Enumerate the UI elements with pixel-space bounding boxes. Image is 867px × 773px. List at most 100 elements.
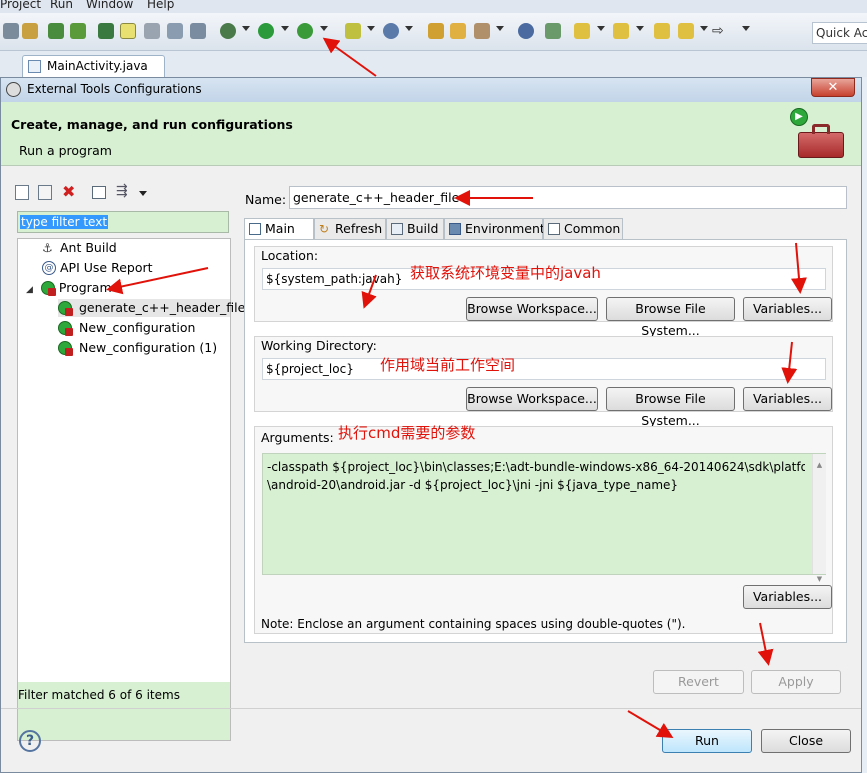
- environment-icon: [449, 223, 461, 235]
- arguments-variables-button[interactable]: Variables...: [743, 585, 832, 609]
- tree-item-label: Ant Build: [60, 240, 117, 255]
- tree-item-label: New_configuration (1): [79, 340, 218, 355]
- close-button[interactable]: Close: [761, 729, 851, 753]
- new-config-icon[interactable]: [15, 185, 29, 200]
- run-icon[interactable]: [258, 23, 274, 39]
- toolbar-icon[interactable]: [167, 23, 183, 39]
- browse-workspace-button[interactable]: Browse Workspace...: [466, 387, 598, 411]
- arrow-left-icon[interactable]: [678, 23, 694, 39]
- external-tools-icon[interactable]: [297, 23, 313, 39]
- gear-icon: [6, 82, 21, 97]
- tab-label: Common: [564, 221, 621, 236]
- dialog-title: External Tools Configurations: [27, 82, 202, 96]
- main-tab-icon: [249, 223, 261, 235]
- name-label: Name:: [245, 192, 287, 207]
- menu-run[interactable]: Run: [50, 0, 73, 10]
- toolbar-icon[interactable]: [613, 23, 629, 39]
- tab-label: Refresh: [335, 221, 383, 236]
- editor-tab-mainactivity[interactable]: MainActivity.java ✕: [22, 55, 165, 94]
- toolbar-icon[interactable]: [190, 23, 206, 39]
- globe-icon[interactable]: [518, 23, 534, 39]
- dialog-header: Create, manage, and run configurations R…: [1, 102, 861, 166]
- arguments-line: \android-20\android.jar -d ${project_loc…: [267, 478, 679, 492]
- tree-item-generate-header[interactable]: generate_c++_header_file: [58, 299, 245, 317]
- expanded-arrow-icon[interactable]: ◢: [26, 285, 33, 295]
- filter-input[interactable]: type filter text: [17, 211, 229, 233]
- menu-help[interactable]: Help: [147, 0, 174, 10]
- tree-item-new-configuration[interactable]: New_configuration: [58, 319, 195, 337]
- help-icon[interactable]: ?: [19, 730, 41, 752]
- run-button[interactable]: Run: [662, 729, 752, 753]
- tab-label: Build: [407, 221, 439, 236]
- variables-button[interactable]: Variables...: [743, 297, 832, 321]
- menu-project[interactable]: Project: [0, 0, 41, 10]
- menu-window[interactable]: Window: [86, 0, 133, 10]
- tab-environment[interactable]: Environment: [444, 218, 545, 240]
- divider: [1, 708, 861, 709]
- toolbar-icon[interactable]: [120, 23, 136, 39]
- annotation-working-dir: 作用域当前工作空间: [380, 356, 516, 374]
- toolbar-icon[interactable]: [144, 23, 160, 39]
- delete-icon[interactable]: ✖: [62, 182, 75, 201]
- filter-icon[interactable]: ⇶: [116, 183, 128, 199]
- toolbar-icon[interactable]: [70, 23, 86, 39]
- toolbar-icon[interactable]: [574, 23, 590, 39]
- tab-label: Main: [265, 221, 295, 236]
- toolbar-icon[interactable]: [48, 23, 64, 39]
- chevron-down-icon[interactable]: [139, 191, 147, 196]
- tab-common[interactable]: Common: [543, 218, 623, 240]
- header-title: Create, manage, and run configurations: [11, 117, 293, 132]
- browse-filesystem-button[interactable]: Browse File System...: [606, 297, 735, 338]
- toolbar-icon[interactable]: [345, 23, 361, 39]
- tree-item-label: generate_c++_header_file: [79, 300, 246, 315]
- main-toolbar: ⇨: [0, 13, 867, 51]
- toolbar-icon[interactable]: [3, 23, 19, 39]
- config-tree: ⚓ Ant Build @ API Use Report ◢ Program g…: [17, 238, 245, 741]
- tree-item-new-configuration-1[interactable]: New_configuration (1): [58, 339, 217, 357]
- duplicate-icon[interactable]: [38, 185, 52, 200]
- open-icon[interactable]: [428, 23, 444, 39]
- debug-icon[interactable]: [220, 23, 236, 39]
- filter-status-area: Filter matched 6 of 6 items: [18, 682, 230, 740]
- tab-refresh[interactable]: ↻ Refresh: [314, 218, 386, 240]
- toolbar-icon[interactable]: [383, 23, 399, 39]
- tab-label: Environment: [465, 221, 545, 236]
- refresh-icon: ↻: [319, 222, 330, 236]
- menubar: Project Run Window Help: [0, 0, 867, 13]
- tree-item-api-use-report[interactable]: @ API Use Report: [42, 259, 153, 277]
- filter-text: type filter text: [20, 215, 109, 229]
- main-tab-panel: Location: ${system_path:javah} Browse Wo…: [244, 239, 847, 643]
- name-input[interactable]: generate_c++_header_file: [289, 186, 847, 209]
- dialog-close-button[interactable]: ✕: [811, 78, 855, 97]
- browse-workspace-button[interactable]: Browse Workspace...: [466, 297, 598, 321]
- arrow-right-icon[interactable]: ⇨: [712, 23, 728, 39]
- arguments-textarea[interactable]: -classpath ${project_loc}\bin\classes;E:…: [262, 453, 826, 583]
- working-directory-input[interactable]: ${project_loc}: [262, 358, 826, 380]
- tab-build[interactable]: Build: [386, 218, 444, 240]
- toolbar-icon[interactable]: [545, 23, 561, 39]
- collapse-all-icon[interactable]: [92, 186, 106, 199]
- quick-access-input[interactable]: Quick Ac: [812, 22, 867, 44]
- tree-item-ant-build[interactable]: ⚓ Ant Build: [42, 239, 117, 257]
- working-directory-group: Working Directory: ${project_loc} Browse…: [254, 336, 833, 428]
- folder-icon[interactable]: [450, 23, 466, 39]
- variables-button[interactable]: Variables...: [743, 387, 832, 411]
- java-file-icon: [28, 60, 41, 73]
- annotation-arguments: 执行cmd需要的参数: [338, 424, 476, 442]
- toolbar-icon[interactable]: [98, 23, 114, 39]
- apply-button[interactable]: Apply: [751, 670, 841, 694]
- back-icon[interactable]: [654, 23, 670, 39]
- tree-item-label: API Use Report: [60, 260, 153, 275]
- browse-filesystem-button[interactable]: Browse File System...: [606, 387, 735, 428]
- working-directory-label: Working Directory:: [261, 338, 377, 353]
- tab-main[interactable]: Main: [244, 218, 314, 241]
- annotation-location: 获取系统环境变量中的javah: [410, 264, 601, 282]
- arguments-scrollbar[interactable]: ▲ ▼: [812, 454, 826, 583]
- toolbar-icon[interactable]: [22, 23, 38, 39]
- tree-item-program[interactable]: ◢ Program: [26, 279, 112, 297]
- revert-button[interactable]: Revert: [653, 670, 744, 694]
- dialog-titlebar: External Tools Configurations ✕: [1, 78, 861, 102]
- toolbar-icon[interactable]: [474, 23, 490, 39]
- arguments-line: -classpath ${project_loc}\bin\classes;E:…: [267, 460, 805, 474]
- location-group: Location: ${system_path:javah} Browse Wo…: [254, 246, 833, 338]
